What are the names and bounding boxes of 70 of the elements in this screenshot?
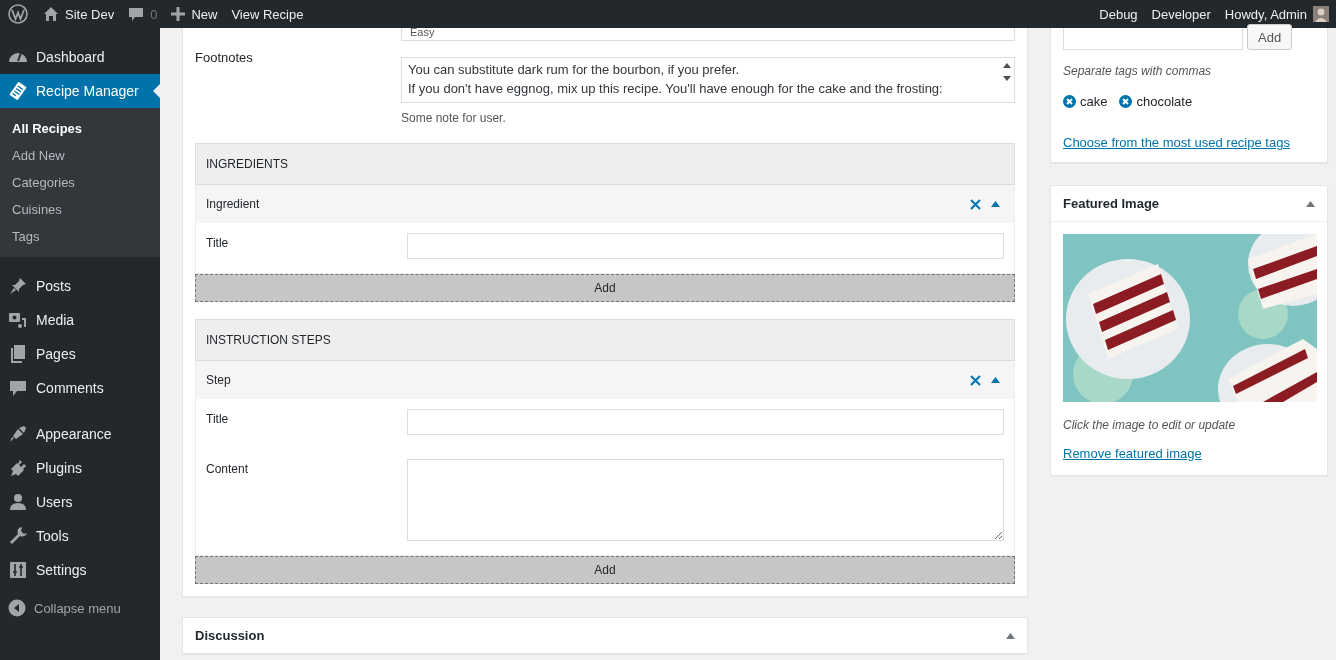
brush-icon (8, 424, 28, 444)
remove-tag-icon[interactable] (1119, 95, 1133, 108)
input-field[interactable]: Easy (401, 28, 1015, 41)
speech-bubble-icon (8, 378, 28, 398)
close-icon[interactable] (970, 198, 981, 210)
section-header: INGREDIENTS (195, 143, 1015, 185)
most-used-tags-link[interactable]: Choose from the most used recipe tags (1063, 135, 1290, 150)
avatar-icon (1313, 6, 1329, 22)
scrollbar-arrows-icon (1002, 61, 1012, 83)
menu-item[interactable]: Appearance (0, 417, 160, 451)
panel-title: Discussion (195, 628, 265, 643)
add-button[interactable]: Add (195, 274, 1015, 302)
plug-icon (8, 458, 28, 478)
menu-item[interactable]: Users (0, 485, 160, 519)
sliders-icon (8, 560, 28, 580)
speech-bubble-icon (128, 6, 145, 22)
input-field[interactable] (407, 409, 1004, 435)
menu-item[interactable]: Comments (0, 371, 160, 405)
field-label: Content (206, 461, 250, 478)
home-icon (43, 6, 59, 22)
field-note: Some note for user. (401, 111, 507, 125)
menu-item[interactable]: Posts (0, 269, 160, 303)
footnotes-textarea[interactable]: You can substitute dark rum for the bourbon, if you prefer. If you don't have eggnog, mix up this recipe. You'll have enough for the cake and the frosting: (401, 57, 1015, 103)
camera-icon (8, 310, 28, 330)
toolbar-link[interactable]: Developer (1144, 0, 1218, 28)
toolbar-link[interactable]: Site Dev (36, 0, 122, 28)
field-label: Footnotes (195, 49, 254, 67)
collapse-menu-button[interactable]: Collapse menu (0, 591, 160, 625)
submenu-item[interactable]: Tags (0, 223, 160, 250)
submenu-item[interactable]: Add New (0, 142, 160, 169)
toggle-triangle-icon[interactable] (1306, 200, 1315, 207)
submenu-item[interactable]: All Recipes (0, 115, 160, 142)
submenu-item[interactable]: Categories (0, 169, 160, 196)
add-button[interactable]: Add (195, 556, 1015, 584)
item-title: Step (206, 373, 231, 387)
panel-title: Featured Image (1063, 196, 1160, 211)
field-label: Title (206, 411, 230, 428)
section-header: INSTRUCTION STEPS (195, 319, 1015, 361)
toolbar-link[interactable]: Debug (1092, 0, 1145, 28)
menu-item[interactable]: Dashboard (0, 40, 160, 74)
submenu-item[interactable]: Cuisines (0, 196, 160, 223)
plus-icon (171, 7, 186, 21)
tag-label: cake (1080, 94, 1108, 109)
textarea-text: You can substitute dark rum for the bourbon, if you prefer. If you don't have eggnog, mix up this recipe. You'll have enough for the cake and the frosting: (408, 61, 944, 98)
field-label: Title (206, 235, 230, 252)
wrench-icon (8, 526, 28, 546)
remove-image-link[interactable]: Remove featured image (1063, 446, 1202, 461)
hint-text: Separate tags with commas (1063, 64, 1213, 78)
remove-tag-icon[interactable] (1063, 95, 1076, 108)
add-tag-button[interactable]: Add (1247, 24, 1293, 50)
tag-input-field[interactable] (1063, 28, 1243, 50)
toggle-triangle-icon[interactable] (1006, 632, 1015, 639)
menu-item[interactable]: Recipe Manager (0, 74, 160, 108)
toolbar-link[interactable]: View Recipe (224, 0, 311, 28)
input-field[interactable] (407, 233, 1004, 259)
toolbar-link[interactable]: New (164, 0, 225, 28)
menu-item[interactable]: Settings (0, 553, 160, 587)
item-title: Ingredient (206, 197, 260, 211)
user-icon (8, 492, 28, 512)
collapse-triangle-icon[interactable] (991, 201, 1000, 207)
menu-item[interactable]: Plugins (0, 451, 160, 485)
collapse-triangle-icon[interactable] (991, 377, 1000, 383)
menu-item[interactable]: Media (0, 303, 160, 337)
tag-label: chocolate (1136, 94, 1193, 109)
close-icon[interactable] (970, 374, 981, 386)
menu-item[interactable]: Tools (0, 519, 160, 553)
menu-item[interactable]: Pages (0, 337, 160, 371)
pages-icon (8, 344, 28, 364)
hint-text: Click the image to edit or update (1063, 418, 1237, 432)
pin-icon (8, 276, 28, 296)
